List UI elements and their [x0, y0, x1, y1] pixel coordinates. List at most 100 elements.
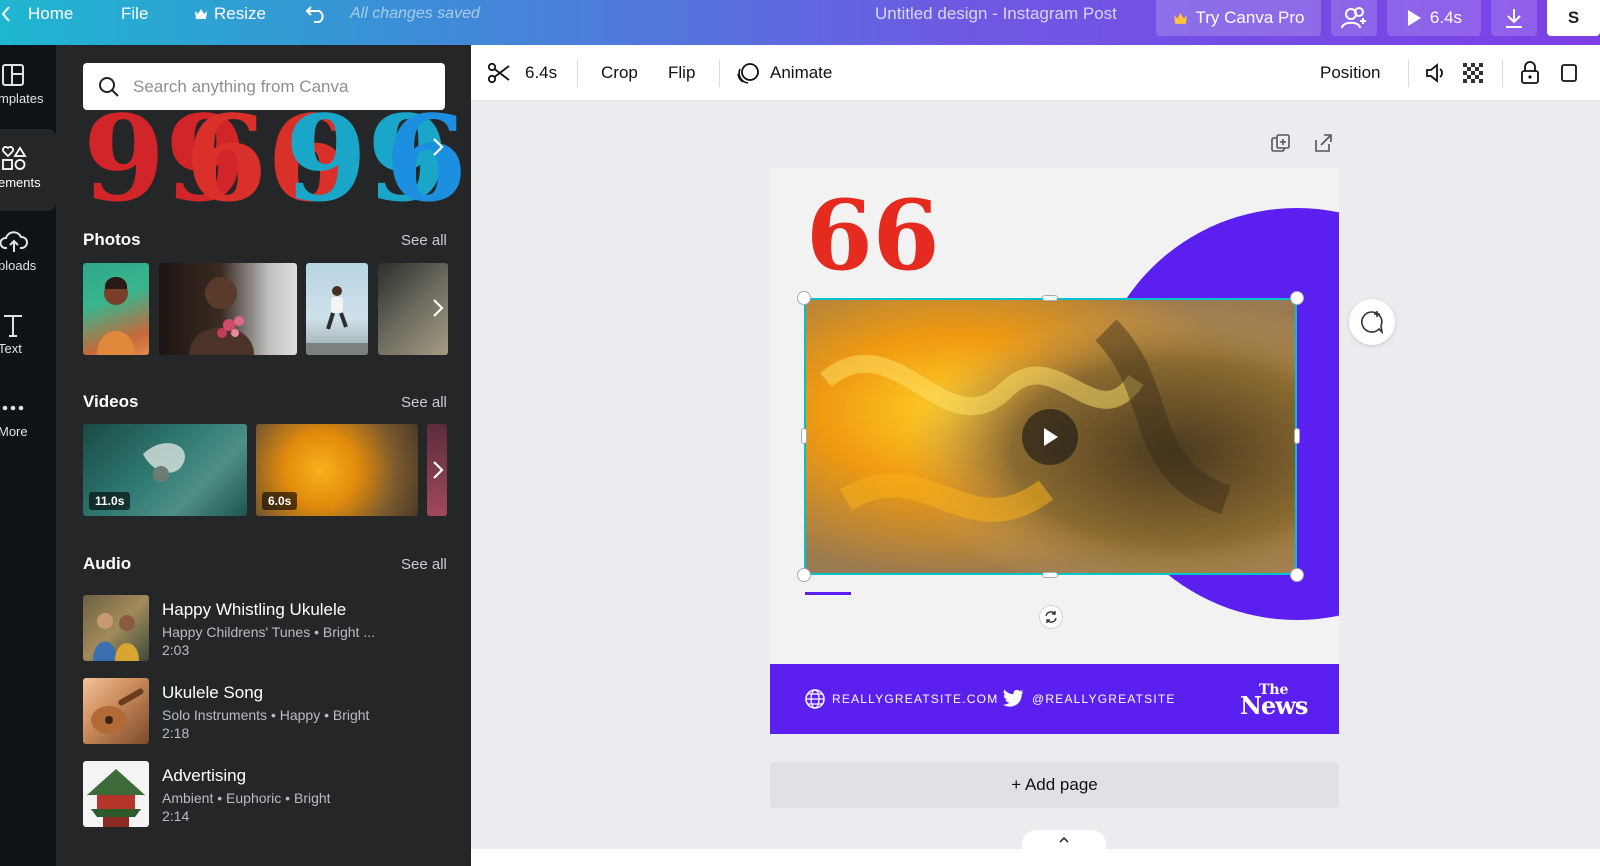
the-news-logo[interactable]: The News — [1240, 682, 1308, 718]
crop-button[interactable]: Crop — [601, 45, 638, 101]
lock-button[interactable] — [1519, 45, 1541, 101]
resize-handle-left[interactable] — [801, 428, 807, 444]
try-pro-button[interactable]: Try Canva Pro — [1156, 0, 1321, 36]
photos-title: Photos — [83, 230, 141, 249]
audio-list-item[interactable]: Advertising Ambient • Euphoric • Bright … — [83, 761, 453, 831]
resize-handle-top[interactable] — [1042, 295, 1058, 301]
position-label: Position — [1320, 63, 1381, 82]
photo-thumb[interactable] — [306, 263, 368, 355]
chevron-right-icon — [433, 138, 444, 156]
animate-button[interactable]: Animate — [736, 45, 832, 101]
rail-uploads[interactable]: ploads — [0, 212, 56, 294]
add-page-button[interactable]: + Add page — [770, 762, 1339, 808]
home-button[interactable]: Home — [0, 0, 73, 28]
add-page-label: + Add page — [1011, 775, 1098, 794]
design-title[interactable]: Untitled design - Instagram Post — [875, 0, 1117, 28]
rail-label: ements — [0, 175, 41, 190]
rail-more[interactable]: More — [0, 378, 56, 460]
chevron-right-icon — [433, 299, 444, 317]
twitter-icon — [1002, 689, 1024, 707]
top-bar: Home File Resize All changes saved Untit… — [0, 0, 1600, 45]
lock-icon — [1521, 61, 1539, 84]
audio-artwork — [83, 595, 149, 661]
resize-handle-bottom-left[interactable] — [797, 568, 811, 582]
resize-handle-bottom-right[interactable] — [1290, 568, 1304, 582]
rail-label: Text — [0, 341, 22, 356]
globe-icon — [805, 689, 825, 709]
photo-thumb[interactable] — [159, 263, 297, 355]
resize-label: Resize — [214, 4, 266, 23]
website-text[interactable]: REALLYGREATSITE.COM — [832, 692, 998, 706]
accent-line-shape[interactable] — [805, 592, 851, 595]
photos-next-button[interactable] — [425, 295, 451, 321]
copy-icon — [1561, 64, 1577, 82]
videos-see-all[interactable]: See all — [401, 394, 447, 411]
trim-button[interactable]: 6.4s — [487, 45, 557, 101]
twitter-handle-text[interactable]: @REALLYGREATSITE — [1032, 692, 1176, 706]
position-button[interactable]: Position — [1320, 45, 1380, 101]
resize-handle-top-right[interactable] — [1290, 291, 1304, 305]
chevron-up-icon — [1059, 836, 1069, 843]
audio-track-duration: 2:18 — [162, 725, 190, 741]
video-thumb[interactable]: 11.0s — [83, 424, 247, 516]
resize-handle-right[interactable] — [1294, 428, 1300, 444]
add-people-icon — [1341, 7, 1366, 29]
rail-label: More — [0, 424, 28, 439]
resize-handle-bottom[interactable] — [1042, 572, 1058, 578]
duplicate-page-button[interactable] — [1270, 133, 1292, 155]
resize-handle-top-left[interactable] — [797, 291, 811, 305]
audio-list-item[interactable]: Ukulele Song Solo Instruments • Happy • … — [83, 678, 453, 748]
file-menu[interactable]: File — [121, 0, 148, 28]
share-page-button[interactable] — [1312, 132, 1334, 154]
try-pro-label: Try Canva Pro — [1195, 8, 1305, 27]
photo-thumb[interactable] — [83, 263, 149, 355]
play-icon — [1044, 428, 1058, 446]
audio-title: Audio — [83, 554, 132, 573]
photo-jumper-image — [306, 286, 368, 355]
rail-label: ploads — [0, 258, 37, 273]
play-button[interactable]: 6.4s — [1387, 0, 1481, 36]
rail-elements[interactable]: ements — [0, 129, 56, 211]
audio-track-duration: 2:14 — [162, 808, 190, 824]
download-button[interactable] — [1491, 0, 1537, 36]
chevron-left-icon — [1, 6, 10, 22]
audio-list-item[interactable]: Happy Whistling Ukulele Happy Childrens'… — [83, 595, 453, 665]
transparency-button[interactable] — [1461, 45, 1485, 101]
duplicate-button[interactable] — [1558, 45, 1578, 101]
quote-mark-element[interactable]: 66 — [806, 188, 940, 284]
trim-duration: 6.4s — [525, 63, 558, 82]
export-icon — [1315, 134, 1332, 152]
audio-see-all[interactable]: See all — [401, 556, 447, 573]
share-people-button[interactable] — [1331, 0, 1377, 36]
design-footer-bar[interactable]: REALLYGREATSITE.COM @REALLYGREATSITE The… — [770, 664, 1339, 734]
audio-track-duration: 2:03 — [162, 642, 190, 658]
audio-artwork — [83, 761, 149, 827]
more-icon — [2, 405, 24, 411]
rotate-handle[interactable] — [1039, 605, 1063, 629]
rail-templates[interactable]: mplates — [0, 45, 56, 127]
save-status: All changes saved — [350, 5, 480, 22]
videos-next-button[interactable] — [425, 457, 451, 483]
play-duration: 6.4s — [1429, 8, 1463, 27]
photo-flowers-image — [189, 277, 254, 355]
video-thumb[interactable]: 6.0s — [256, 424, 418, 516]
animate-label: Animate — [770, 63, 833, 82]
text-icon — [4, 315, 22, 337]
photos-see-all[interactable]: See all — [401, 232, 447, 249]
resize-button[interactable]: Resize — [194, 0, 266, 28]
share-button[interactable]: S — [1547, 0, 1600, 36]
crown-icon — [1173, 12, 1187, 24]
audio-track-title: Advertising — [162, 766, 247, 785]
add-comment-button[interactable] — [1349, 299, 1395, 345]
audio-track-meta: Happy Childrens' Tunes • Bright ... — [162, 624, 376, 640]
quotes-next-button[interactable] — [425, 134, 451, 160]
volume-button[interactable] — [1424, 45, 1448, 101]
toolbar-divider — [1502, 59, 1503, 87]
crop-label: Crop — [601, 63, 638, 82]
rail-text[interactable]: Text — [0, 295, 56, 377]
flip-button[interactable]: Flip — [668, 45, 695, 101]
undo-button[interactable] — [305, 0, 327, 28]
show-pages-button[interactable] — [1022, 830, 1106, 850]
scissors-icon — [487, 62, 510, 84]
video-play-button[interactable] — [1022, 409, 1078, 465]
